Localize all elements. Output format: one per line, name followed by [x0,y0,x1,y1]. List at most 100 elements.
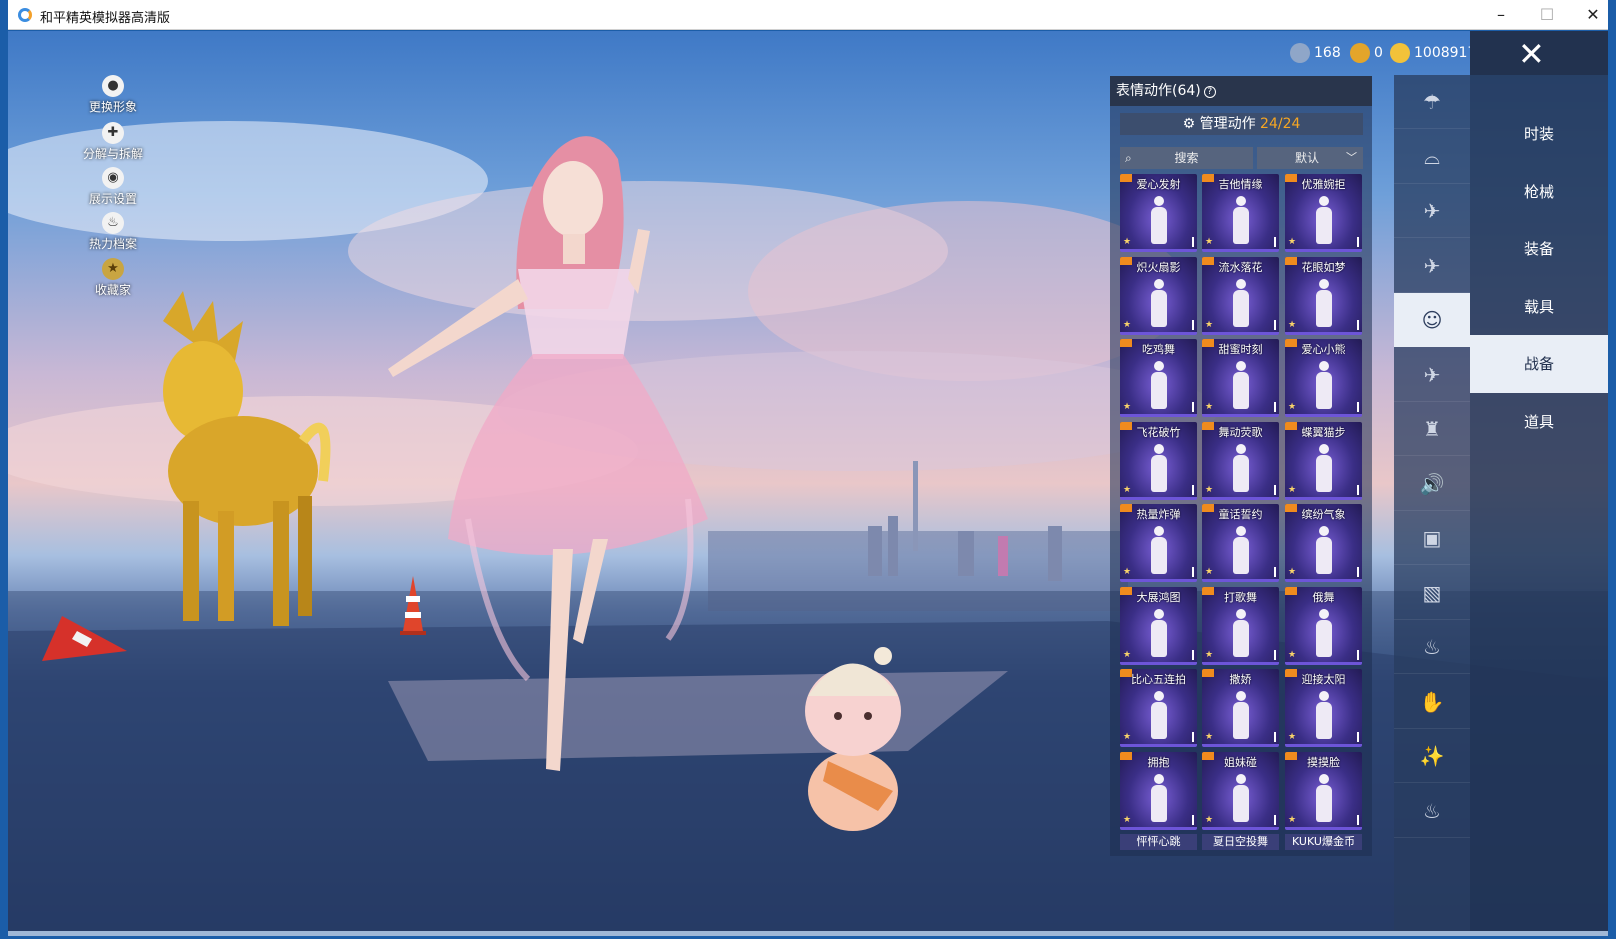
emote-name: 爱心小熊 [1301,343,1346,356]
emote-tile-partial[interactable]: 怦怦心跳 [1120,834,1197,850]
emote-tile-partial[interactable]: KUKU爆金币 [1285,834,1362,850]
collector-button[interactable]: ★ 收藏家 [78,258,148,298]
bottom-edge [8,931,1608,936]
app-window: 和平精英模拟器高清版 – ☐ ✕ ● 更换形象 ✚ 分解与拆解 ◉ 展示设置 ♨… [0,0,1616,939]
tab-6[interactable]: 道具 [1470,393,1608,451]
star-icon: ★ [1288,237,1297,247]
image-icon[interactable]: ▧ [1394,566,1470,620]
help-icon[interactable]: ? [1203,86,1216,98]
spray-icon[interactable]: ♨ [1394,620,1470,674]
display-settings-button[interactable]: ◉ 展示设置 [78,167,148,207]
star-icon: ★ [1288,732,1297,742]
star-icon: ★ [1288,567,1297,577]
emote-tile[interactable]: 舞动荧歌 ★ [1202,422,1279,500]
emote-tile[interactable]: 撒娇 ★ [1202,669,1279,747]
left-menu-label: 展示设置 [88,192,137,206]
emote-name: 比心五连拍 [1131,673,1186,686]
emote-name: 摸摸脸 [1307,756,1340,769]
emote-tile[interactable]: 大展鸿图 ★ [1120,587,1197,665]
emote-figure-icon [1228,279,1254,329]
emote-tile[interactable]: 迎接太阳 ★ [1285,669,1362,747]
emote-tile[interactable]: 摸摸脸 ★ [1285,752,1362,830]
emote-tile[interactable]: 爱心小熊 ★ [1285,339,1362,417]
roast-icon[interactable]: ♨ [1394,784,1470,838]
star-icon: ★ [1123,485,1132,495]
emote-tile[interactable]: 热量炸弹 ★ [1120,504,1197,582]
close-panel-button[interactable]: ✕ [1470,31,1608,75]
emote-tile[interactable]: 优雅婉拒 ★ [1285,174,1362,252]
emote-tile[interactable]: 飞花破竹 ★ [1120,422,1197,500]
emote-tile[interactable]: 姐妹碰 ★ [1202,752,1279,830]
rarity-bar [1357,485,1359,495]
backpack-icon[interactable]: ⌓ [1394,130,1470,184]
emote-face-icon[interactable]: ☺ [1394,293,1470,347]
emote-tile[interactable]: 花眼如梦 ★ [1285,257,1362,335]
person-icon: ● [102,75,124,97]
star-icon: ★ [1288,815,1297,825]
left-menu-label: 收藏家 [94,283,131,297]
heat-profile-button[interactable]: ♨ 热力档案 [78,212,148,252]
emote-tile[interactable]: 吃鸡舞 ★ [1120,339,1197,417]
emote-tile[interactable]: 炽火扇影 ★ [1120,257,1197,335]
rarity-bar [1357,320,1359,330]
rarity-bar [1357,650,1359,660]
emote-tile[interactable]: 俄舞 ★ [1285,587,1362,665]
tab-2[interactable]: 枪械 [1470,163,1608,221]
tab-1[interactable]: 时装 [1470,105,1608,163]
sort-dropdown[interactable]: 默认 ﹀ [1257,147,1363,169]
emote-tile[interactable]: 童话誓约 ★ [1202,504,1279,582]
emote-name: 热量炸弹 [1136,508,1181,521]
speaker-icon[interactable]: 🔊 [1394,457,1470,511]
emote-figure-icon [1311,774,1337,824]
manage-emotes-button[interactable]: ⚙ 管理动作 24/24 [1120,113,1363,135]
emote-name: 流水落花 [1218,261,1263,274]
change-appearance-button[interactable]: ● 更换形象 [78,75,148,115]
sticker-icon[interactable]: ▣ [1394,511,1470,565]
emote-tile[interactable]: 爱心发射 ★ [1120,174,1197,252]
star-icon: ★ [1205,485,1214,495]
traffic-cone [42,616,127,661]
currency-value: 0 [1374,45,1383,61]
chevron-coin-icon [1350,43,1370,63]
category-icon-column: ☂ ⌓ ✈ ✈ ☺ ✈ ♜ 🔊 ▣ ▧ ♨ ✋ ✨ ♨ [1394,75,1470,933]
star-icon: ★ [1123,815,1132,825]
emote-figure-icon [1146,444,1172,494]
close-window-button[interactable]: ✕ [1570,0,1616,30]
search-icon: ⌕ [1125,151,1132,165]
decompose-button[interactable]: ✚ 分解与拆解 [78,122,148,162]
minimize-button[interactable]: – [1478,0,1524,30]
emote-tile[interactable]: 甜蜜时刻 ★ [1202,339,1279,417]
chevron-down-icon: ﹀ [1346,151,1357,164]
emote-search-input[interactable]: ⌕ 搜索 [1120,147,1253,169]
plane-icon[interactable]: ✈ [1394,239,1470,293]
parachute-icon[interactable]: ☂ [1394,75,1470,129]
drone-icon[interactable]: ✈ [1394,184,1470,238]
hand-icon[interactable]: ✋ [1394,675,1470,729]
sparkle-icon[interactable]: ✨ [1394,729,1470,783]
companion-icon[interactable]: ♜ [1394,402,1470,456]
emote-tile[interactable]: 拥抱 ★ [1120,752,1197,830]
tab-4[interactable]: 载具 [1470,278,1608,336]
emote-tile[interactable]: 流水落花 ★ [1202,257,1279,335]
emote-tile[interactable]: 蝶翼猫步 ★ [1285,422,1362,500]
tab-3[interactable]: 装备 [1470,220,1608,278]
rarity-bar [1274,237,1276,247]
emote-tile-partial[interactable]: 夏日空投舞 [1202,834,1279,850]
emote-tile[interactable]: 比心五连拍 ★ [1120,669,1197,747]
emote-name: 姐妹碰 [1224,756,1257,769]
rarity-bar [1192,732,1194,742]
emote-figure-icon [1311,279,1337,329]
panel-title-text: 表情动作 [1116,83,1172,99]
emote-tile[interactable]: 吉他情缘 ★ [1202,174,1279,252]
rarity-bar [1357,815,1359,825]
tab-5[interactable]: 战备 [1470,335,1608,393]
emote-tile[interactable]: 缤纷气象 ★ [1285,504,1362,582]
rarity-bar [1274,402,1276,412]
emote-tile[interactable]: 打歌舞 ★ [1202,587,1279,665]
manage-label: 管理动作 [1199,116,1256,132]
vehicle-icon[interactable]: ✈ [1394,348,1470,402]
emote-figure-icon [1311,196,1337,246]
rarity-bar [1274,650,1276,660]
maximize-button[interactable]: ☐ [1524,0,1570,30]
star-icon: ★ [1205,237,1214,247]
